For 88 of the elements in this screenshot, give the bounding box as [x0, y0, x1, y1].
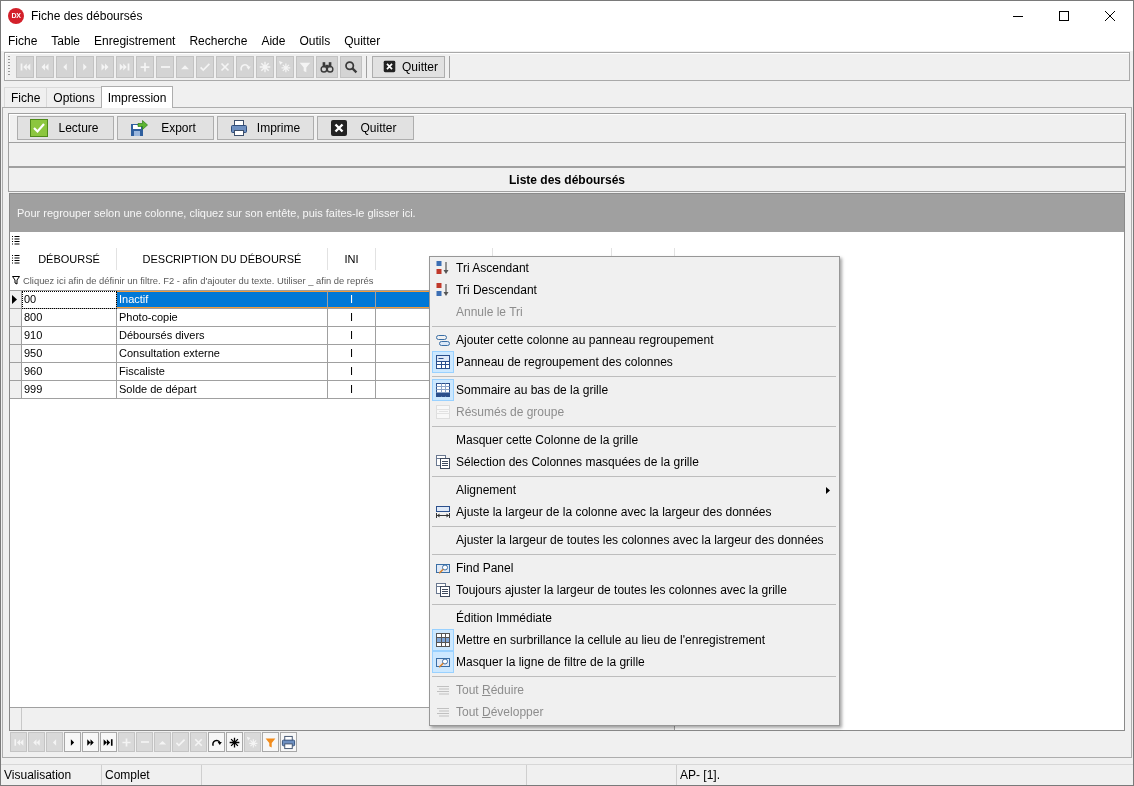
asterisk-icon — [258, 59, 272, 74]
status-text: Visualisation — [4, 768, 72, 782]
menu-item[interactable]: Mettre en surbrillance la cellule au lieu de l'enregistrement — [430, 629, 839, 651]
menu-item[interactable]: Masquer cette Colonne de la grille — [430, 429, 839, 451]
table-cell: 950 — [22, 345, 117, 363]
table-cell: I — [328, 291, 376, 309]
find-button[interactable] — [316, 55, 338, 78]
maximize-icon — [1059, 11, 1069, 21]
plus-icon — [120, 735, 133, 749]
table-cell: 00 — [22, 291, 117, 309]
column-header[interactable]: DESCRIPTION DU DÉBOURSÉ — [117, 248, 328, 270]
group-panel-hint: Pour regrouper selon une colonne, cliquez sur son entête, puis faites-le glisser ici. — [17, 207, 416, 219]
column-header[interactable]: DÉBOURSÉ — [22, 248, 117, 270]
tab[interactable]: Fiche — [4, 87, 48, 107]
minimize-icon — [1013, 15, 1023, 17]
table-cell: I — [328, 363, 376, 381]
menu-bar-item[interactable]: Quitter — [337, 31, 388, 51]
menu-item[interactable]: Ajouter cette colonne au panneau regroupement — [430, 329, 839, 351]
menu-item[interactable]: Panneau de regroupement des colonnes — [430, 351, 839, 373]
table-cell: Fiscaliste — [117, 363, 328, 381]
table-cell: I — [328, 345, 376, 363]
floppy-arrow-icon — [130, 119, 148, 137]
filter-row-field[interactable]: Cliquez ici afin de définir un filtre. F2 - afin d'ajouter du texte. Utiliser _ afin de représ — [22, 270, 429, 290]
funnel-icon — [264, 735, 277, 749]
print-button[interactable] — [280, 732, 297, 752]
table-cell: 800 — [22, 309, 117, 327]
close-icon — [1105, 11, 1115, 21]
menu-item[interactable]: Find Panel — [430, 557, 839, 579]
table-cell: Consultation externe — [117, 345, 328, 363]
asterisk-icon — [228, 735, 241, 749]
next-page-button[interactable] — [82, 732, 99, 752]
menu-item[interactable]: Ajuster la largeur de toutes les colonnes avec la largeur des données — [430, 529, 839, 551]
menu-bar-item[interactable]: Recherche — [182, 31, 255, 51]
search-button[interactable] — [340, 55, 362, 78]
menu-bar-item[interactable]: Fiche — [1, 31, 45, 51]
menu-item[interactable]: Sommaire au bas de la grille — [430, 379, 839, 401]
column-header[interactable]: INI — [328, 248, 376, 270]
next-record-button[interactable] — [64, 732, 81, 752]
refresh-button[interactable] — [208, 732, 225, 752]
grip-handle[interactable] — [8, 56, 10, 77]
list-icon — [12, 235, 20, 245]
right-triangle-icon — [12, 295, 17, 304]
menu-item[interactable]: Masquer la ligne de filtre de la grille — [430, 651, 839, 673]
action-button[interactable]: Quitter — [317, 116, 414, 140]
action-button[interactable]: Lecture — [17, 116, 114, 140]
printer-icon — [230, 119, 248, 137]
menu-bar-item[interactable]: Table — [44, 31, 88, 51]
list-icon — [12, 254, 20, 264]
action-button[interactable]: Export — [117, 116, 214, 140]
printer-icon — [281, 734, 296, 750]
table-cell: I — [328, 327, 376, 345]
menu-item[interactable]: Alignement — [430, 479, 839, 501]
table-cell: I — [328, 381, 376, 399]
action-button[interactable]: Imprime — [217, 116, 314, 140]
table-cell: Solde de départ — [117, 381, 328, 399]
table-cell: Déboursés divers — [117, 327, 328, 345]
tab[interactable]: Impression — [100, 86, 174, 108]
window-title: Fiche des déboursés — [31, 9, 143, 23]
binoculars-icon — [320, 59, 334, 74]
menu-item[interactable]: Tri Descendant — [430, 279, 839, 301]
row-indicator[interactable] — [10, 291, 22, 309]
table-cell: I — [328, 309, 376, 327]
close-icon — [330, 119, 348, 137]
status-text: Complet — [105, 768, 150, 782]
close-icon — [383, 60, 396, 73]
menu-item[interactable]: Ajuste la largeur de la colonne avec la largeur des données — [430, 501, 839, 523]
asterisk-arrow-icon — [246, 735, 259, 749]
quit-button[interactable]: Quitter — [372, 55, 445, 78]
table-cell: 999 — [22, 381, 117, 399]
menu-item[interactable]: Tri Ascendant — [430, 257, 839, 279]
menu-item[interactable]: Sélection des Colonnes masquées de la grille — [430, 451, 839, 473]
list-title: Liste des déboursés — [8, 167, 1126, 192]
menu-bar-item[interactable]: Aide — [254, 31, 293, 51]
tab[interactable]: Options — [46, 87, 102, 107]
menu-item[interactable]: Édition Immédiate — [430, 607, 839, 629]
asterisk-button[interactable] — [226, 732, 243, 752]
table-cell: Photo-copie — [117, 309, 328, 327]
table-cell: 960 — [22, 363, 117, 381]
table-cell: 910 — [22, 327, 117, 345]
menu-bar-item[interactable]: Outils — [292, 31, 338, 51]
asterisk-arrow-icon — [278, 59, 292, 74]
table-cell: Inactif — [117, 291, 328, 309]
menu-item[interactable]: Toujours ajuster la largeur de toutes les colonnes avec la grille — [430, 579, 839, 601]
search-icon — [344, 59, 358, 74]
last-record-button[interactable] — [100, 732, 117, 752]
menu-bar-item[interactable]: Enregistrement — [87, 31, 183, 51]
checkbox-tick-icon — [30, 119, 48, 137]
status-text: AP- [1]. — [680, 768, 720, 782]
